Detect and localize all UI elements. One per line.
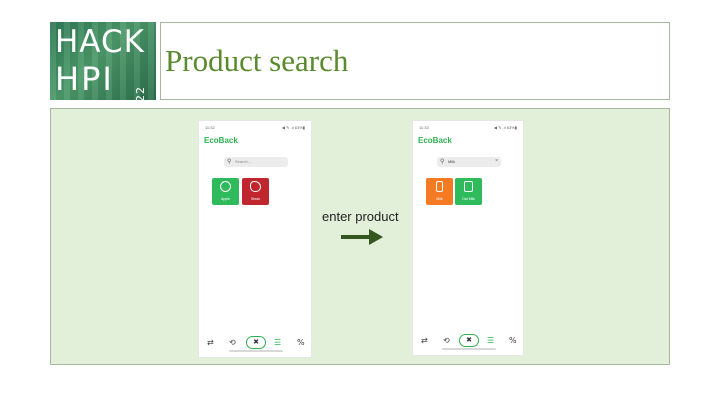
app-title: EcoBack <box>204 136 238 145</box>
product-tile-apple[interactable]: Apple <box>212 178 239 205</box>
swap-icon[interactable]: ⇄ <box>421 336 428 345</box>
phone-screenshot-before: 11:32 ◀ ✎ .ıl 63%▮ EcoBack ⚲ Search... A… <box>198 120 312 358</box>
tile-label: Oat Milk <box>462 197 475 201</box>
search-input[interactable]: ⚲ Search... <box>224 157 288 167</box>
swap-icon[interactable]: ⇄ <box>207 338 214 347</box>
product-tile-milk[interactable]: Milk <box>426 178 453 205</box>
percent-icon[interactable]: % <box>297 338 305 347</box>
search-input[interactable]: ⚲ Milk × <box>437 157 501 167</box>
tile-label: Apple <box>221 197 230 201</box>
arrow-label: enter product <box>322 209 399 224</box>
history-icon[interactable]: ⟲ <box>443 336 450 345</box>
product-tile-oat-milk[interactable]: Oat Milk <box>455 178 482 205</box>
search-value: Milk <box>448 159 456 164</box>
apple-icon <box>220 181 231 192</box>
status-icons: ◀ ✎ .ıl 63%▮ <box>281 125 305 130</box>
bottom-nav: ⇄ ⟲ ✖ ☰ % <box>413 331 523 351</box>
logo-text-hack: HACK <box>55 24 145 60</box>
search-icon: ⚲ <box>440 159 445 165</box>
home-indicator <box>229 350 283 352</box>
right-arrow-icon <box>341 229 383 245</box>
scan-button[interactable]: ✖ <box>246 336 266 349</box>
oat-milk-icon <box>464 181 473 192</box>
list-icon[interactable]: ☰ <box>274 338 281 347</box>
tile-label: Steak <box>251 197 260 201</box>
status-bar: 11:32 ◀ ✎ .ıl 63%▮ <box>205 125 305 133</box>
tile-label: Milk <box>436 197 443 201</box>
title-box: Product search <box>160 22 670 100</box>
status-bar: 11:33 ◀ ✎ .ıl 63%▮ <box>419 125 517 133</box>
percent-icon[interactable]: % <box>509 336 517 345</box>
status-time: 11:33 <box>419 125 429 130</box>
content-panel: 11:32 ◀ ✎ .ıl 63%▮ EcoBack ⚲ Search... A… <box>50 108 670 365</box>
bottom-nav: ⇄ ⟲ ✖ ☰ % <box>199 333 311 353</box>
history-icon[interactable]: ⟲ <box>229 338 236 347</box>
clear-icon[interactable]: × <box>495 158 498 164</box>
milk-bottle-icon <box>436 181 443 192</box>
search-placeholder: Search... <box>235 159 252 164</box>
hack-hpi-logo: HACK HPI 2022 <box>50 22 156 100</box>
search-icon: ⚲ <box>227 159 232 165</box>
status-icons: ◀ ✎ .ıl 63%▮ <box>493 125 517 130</box>
page-title: Product search <box>165 43 349 78</box>
home-indicator <box>442 348 496 350</box>
app-title: EcoBack <box>418 136 452 145</box>
list-icon[interactable]: ☰ <box>487 336 494 345</box>
steak-icon <box>250 181 261 192</box>
phone-screenshot-after: 11:33 ◀ ✎ .ıl 63%▮ EcoBack ⚲ Milk × Milk… <box>412 120 524 356</box>
product-tile-steak[interactable]: Steak <box>242 178 269 205</box>
logo-text-hpi: HPI <box>55 60 114 98</box>
logo-year: 2022 <box>134 86 147 100</box>
status-time: 11:32 <box>205 125 215 130</box>
scan-button[interactable]: ✖ <box>459 334 479 347</box>
